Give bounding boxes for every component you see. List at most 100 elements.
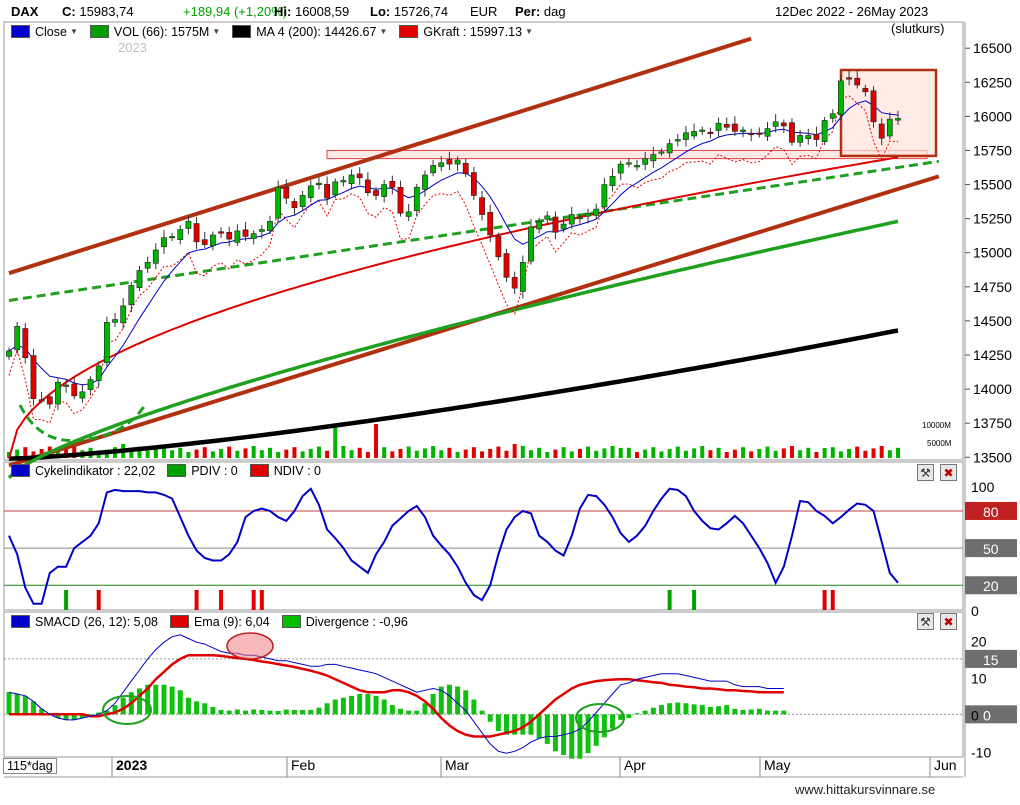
volume-bar (765, 446, 770, 458)
close-label-text: C: (62, 4, 76, 19)
candle-body (397, 186, 404, 214)
divergence-bar (234, 709, 240, 715)
candle-body (373, 190, 379, 196)
candle-body (691, 131, 698, 137)
volume-bar (251, 446, 256, 458)
divergence-bar (610, 714, 616, 729)
candle-body (813, 134, 820, 140)
candle-body (479, 197, 485, 215)
volume-bar (480, 451, 485, 458)
divergence-bar (300, 709, 306, 715)
candle-body (381, 184, 388, 197)
candle-body (438, 162, 445, 167)
cycle-settings-button[interactable]: ⚒ (917, 464, 934, 481)
chart-window: 13500 13750 14000 14250 14500 14750 15000 15250… (0, 0, 1020, 800)
legend-item[interactable]: GKraft : 15997.13 ▼ (399, 25, 533, 39)
dropdown-arrow-icon[interactable]: ▼ (212, 27, 220, 36)
volume-bar (683, 450, 688, 458)
candle-body (267, 221, 273, 231)
legend-item[interactable]: Close ▼ (11, 25, 78, 39)
divergence-bar (699, 705, 705, 715)
y-tick-label: 13500 (973, 449, 1012, 465)
divergence-bar (626, 714, 632, 719)
candle-body (748, 132, 755, 136)
divergence-bar (618, 714, 624, 720)
legend-label: SMACD (26, 12): 5,08 (35, 614, 158, 629)
legend-label: Close (35, 24, 67, 39)
divergence-bar (487, 714, 493, 722)
candle-body (601, 184, 608, 208)
candle-body (356, 173, 363, 179)
legend-item[interactable]: Ema (9): 6,04 (169, 615, 270, 629)
ndiv-bar (259, 590, 264, 610)
candle-body (258, 229, 265, 232)
y-tick-label: 16250 (973, 74, 1012, 90)
candle-body (723, 123, 730, 128)
period-box[interactable]: 115*dag (3, 758, 57, 774)
close-value: 15983,74 (79, 4, 134, 19)
divergence-bar (422, 703, 428, 715)
legend-item[interactable]: NDIV : 0 (249, 464, 321, 478)
candle-body (870, 90, 877, 123)
divergence-bar (251, 709, 257, 715)
volume-bar (349, 450, 354, 458)
macd-close-button[interactable]: ✖ (940, 613, 957, 630)
candle-body (71, 383, 78, 397)
divergence-bar (185, 697, 191, 715)
legend-swatch (169, 615, 189, 628)
close-icon: ✖ (943, 615, 954, 629)
divergence-bar (340, 697, 346, 715)
candle-body (544, 215, 551, 220)
main-panel-frame (3, 21, 964, 461)
divergence-bar (275, 711, 281, 715)
candle-body (250, 233, 257, 239)
legend-item[interactable]: Divergence : -0,96 (281, 614, 408, 629)
cycle-close-button[interactable]: ✖ (940, 464, 957, 481)
divergence-bar (332, 699, 338, 715)
divergence-bar (194, 701, 200, 715)
volume-bar (194, 449, 199, 458)
level-tag-label: 20 (983, 578, 999, 594)
volume-bar (186, 452, 191, 458)
volume-bar (170, 450, 175, 458)
legend-label: GKraft : 15997.13 (423, 24, 523, 39)
candle-body (772, 121, 779, 127)
candle-body (797, 135, 804, 143)
dropdown-arrow-icon[interactable]: ▼ (70, 27, 78, 36)
candle-body (536, 221, 543, 230)
legend-item[interactable]: MA 4 (200): 14426.67 ▼ (232, 25, 387, 39)
volume-bar (512, 444, 517, 458)
legend-item[interactable]: VOL (66): 1575M ▼ (89, 25, 220, 39)
volume-bar (675, 446, 680, 458)
y-tick-label: 14500 (973, 313, 1012, 329)
volume-bar (504, 450, 509, 458)
legend-item[interactable]: SMACD (26, 12): 5,08 (11, 615, 158, 629)
volume-bar (822, 448, 827, 458)
candle-body (79, 391, 86, 399)
footer-url[interactable]: www.hittakursvinnare.se (795, 782, 935, 797)
volume-bar (153, 448, 158, 458)
volume-bar (414, 450, 419, 458)
candle-body (55, 381, 61, 405)
volume-bar (284, 449, 289, 458)
divergence-bar (756, 708, 762, 715)
candle-body (152, 249, 159, 264)
candle-body (740, 129, 746, 132)
macd-settings-button[interactable]: ⚒ (917, 613, 934, 630)
legend-label: Divergence : -0,96 (305, 614, 408, 629)
dropdown-arrow-icon[interactable]: ▼ (525, 27, 533, 36)
candle-body (715, 122, 722, 131)
cycle-panel-frame (3, 461, 964, 611)
legend-item[interactable]: Cykelindikator : 22,02 (11, 464, 155, 478)
dropdown-arrow-icon[interactable]: ▼ (379, 27, 387, 36)
candle-body (413, 186, 420, 212)
divergence-bar (781, 710, 787, 715)
volume-bar (855, 446, 860, 458)
candle-body (462, 162, 469, 174)
volume-bar (879, 446, 884, 458)
candle-body (6, 350, 12, 357)
candle-body (307, 185, 314, 198)
ndiv-bar (830, 590, 835, 610)
y-tick-label: 15500 (973, 177, 1012, 193)
legend-item[interactable]: PDIV : 0 (167, 464, 238, 478)
